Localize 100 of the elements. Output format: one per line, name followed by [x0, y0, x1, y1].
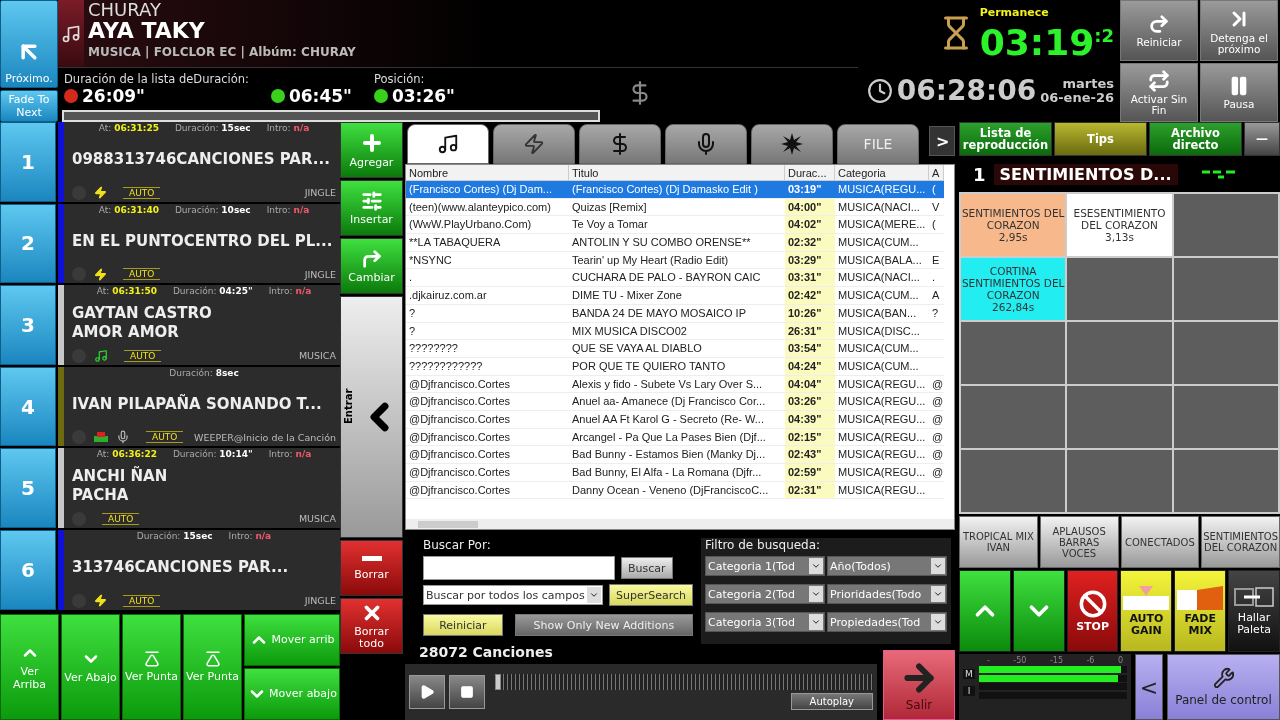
item-title: 0988313746CANCIONES PAR... [72, 150, 331, 170]
bank-button[interactable]: TROPICAL MIX IVAN [959, 516, 1038, 568]
table-cell: MUSICA(REGU... [835, 410, 929, 429]
back-button[interactable]: < [1135, 654, 1163, 720]
playlist-item[interactable]: At: 06:31:50 Duración: 04:25" Intro: n/a GAYTAN CASTRO AMOR AMOR AUTO MUSICA [58, 285, 340, 365]
seek-thumb[interactable] [495, 674, 501, 690]
control-button[interactable]: Hallar Paleta [1228, 570, 1280, 652]
play-button[interactable] [409, 675, 445, 709]
lightning-icon [94, 594, 107, 608]
search-field[interactable] [423, 556, 615, 580]
table-cell: . [929, 269, 944, 288]
table-cell: Alexis y fido - Subete Vs Lary Over S... [569, 375, 785, 394]
next-button[interactable]: Próximo. [0, 0, 58, 88]
table-cell: E [929, 251, 944, 270]
stop-button[interactable] [449, 675, 485, 709]
autoplay-button[interactable]: Autoplay [790, 693, 873, 710]
control-button[interactable]: FADE MIX [1174, 570, 1227, 652]
gain-curve-icon [1123, 585, 1170, 610]
filter-select[interactable]: Categoria 1(Tod [705, 556, 825, 576]
table-cell: V [929, 198, 944, 217]
playlist-item[interactable]: At: 06:36:22 Duración: 10:14" Intro: n/a ANCHI ÑAN PACHA AUTO MUSICA [58, 448, 340, 528]
sound-pad[interactable]: CORTINA SENTIMIENTOS DEL CORAZON 262,84s [961, 258, 1066, 320]
column-header[interactable]: Durac... [785, 165, 835, 181]
page-number: 1 [973, 163, 986, 185]
table-cell: @Djfrancisco.Cortes [406, 410, 569, 429]
control-button[interactable]: AUTO GAIN [1120, 570, 1173, 652]
item-category: WEEPER@Inicio de la Canción [194, 431, 336, 443]
table-cell: (Francisco Cortes) (Dj Damasko Edit ) [569, 181, 785, 199]
side-button[interactable]: Borrar [340, 540, 403, 596]
column-header[interactable]: Titulo [569, 165, 785, 181]
side-button[interactable]: Entrar [340, 296, 403, 538]
filter-select[interactable]: Prioridades(Todo [827, 584, 947, 604]
bank-button[interactable]: CONECTADOS [1120, 516, 1200, 568]
control-button[interactable] [1012, 570, 1065, 652]
top-arrow-icon [203, 650, 222, 669]
table-cell: MUSICA(REGU... [835, 464, 929, 482]
panel-tab[interactable]: Lista de reproducción [959, 122, 1052, 156]
item-field: Duración: 8sec [169, 367, 239, 380]
search-button[interactable]: Buscar [621, 557, 673, 579]
playlist-item[interactable]: Duración: 8sec IVAN PILAPAÑA SONANDO T... AUTO WEEPER@Inicio de la Canción [58, 366, 340, 447]
bank-button[interactable]: APLAUSOS BARRAS VOCES [1039, 516, 1119, 568]
scale-label: -6 [1086, 656, 1095, 665]
library-tab[interactable] [407, 124, 489, 164]
control-button[interactable]: Activar Sin Fin [1120, 63, 1198, 122]
table-cell: (WwW.PlayUrbano.Com) [406, 216, 569, 235]
control-button[interactable]: Detenga el próximo [1200, 0, 1278, 61]
side-button[interactable]: Cambiar [340, 238, 403, 294]
minimize-button[interactable]: — [1244, 122, 1280, 156]
library-tab[interactable] [665, 124, 747, 164]
playlist-item[interactable]: At: 06:31:40 Duración: 10sec Intro: n/a EN EL PUNTOCENTRO DEL PL... AUTO JINGLE [58, 203, 340, 284]
panel-tab[interactable]: Archivo directo [1149, 122, 1242, 156]
filter-select[interactable]: Categoria 2(Tod [705, 584, 825, 604]
scroll-thumb[interactable] [418, 520, 478, 528]
item-title: GAYTAN CASTRO [72, 304, 213, 323]
table-cell: ( [929, 216, 944, 235]
sound-pad[interactable]: ESESENTIMIENTO DEL CORAZON 3,13s [1067, 194, 1172, 256]
control-button[interactable] [959, 570, 1011, 652]
item-field: Intro: n/a [228, 530, 272, 543]
sliders-icon [360, 190, 383, 212]
item-field: Duración: 15sec [136, 530, 213, 543]
table-cell: (Francisco Cortes) (Dj Dam... [406, 181, 569, 199]
column-header[interactable]: Nombre [406, 165, 569, 181]
side-button[interactable]: Insertar [340, 180, 403, 236]
control-panel-button[interactable]: Panel de control [1167, 654, 1280, 720]
panel-tab[interactable]: Tips [1054, 122, 1147, 156]
filter-select[interactable]: Año(Todos) [827, 556, 947, 576]
playlist-item[interactable]: Duración: 15sec Intro: n/a 313746CANCIONES PAR... AUTO JINGLE [58, 529, 340, 610]
filter-label: Filtro de busqueda: [705, 538, 822, 552]
music-note-icon [437, 133, 459, 155]
library-tab[interactable] [579, 124, 661, 164]
timer-value: 06:45" [288, 86, 352, 107]
scope-select[interactable]: Buscar por todos los campos [423, 585, 603, 605]
control-button[interactable]: STOP [1066, 570, 1119, 652]
fade-to-next-button[interactable]: Fade To Next [0, 90, 58, 122]
filter-select[interactable]: Propiedades(Tod [827, 612, 947, 632]
caret-icon [811, 561, 821, 571]
supersearch-button[interactable]: SuperSearch [608, 584, 693, 606]
bank-button[interactable]: SENTIMIENTOS DEL CORAZON [1201, 516, 1280, 568]
column-header[interactable]: Categoria [835, 165, 929, 181]
scale-label: -50 [1013, 656, 1027, 665]
table-cell: Bad Bunny, El Alfa - La Romana (Djfr... [569, 464, 785, 482]
table-cell: BANDA 24 DE MAYO MOSAICO IP [569, 304, 785, 323]
no-entry-icon [1078, 589, 1107, 618]
library-tab[interactable] [751, 124, 833, 164]
control-button[interactable]: Pausa [1200, 63, 1278, 122]
sound-pad[interactable]: SENTIMIENTOS DEL CORAZON 2,95s [961, 194, 1066, 256]
seek-track[interactable] [495, 674, 873, 690]
control-button[interactable]: Reiniciar [1120, 0, 1198, 61]
playlist-item[interactable]: At: 06:31:25 Duración: 15sec Intro: n/a 0988313746CANCIONES PAR... AUTO JINGLE [58, 122, 340, 202]
item-field: At: 06:31:40 [98, 204, 159, 217]
side-button[interactable]: Borrar todo [340, 598, 403, 654]
column-header[interactable]: A [929, 165, 944, 181]
filter-select[interactable]: Categoria 3(Tod [705, 612, 825, 632]
side-button[interactable]: Agregar [340, 122, 403, 178]
item-field: Duración: 15sec [174, 123, 251, 135]
new-additions-button[interactable]: Show Only New Additions [514, 614, 693, 636]
microphone-icon [116, 430, 130, 445]
more-tabs-button[interactable]: > [929, 126, 955, 156]
reset-button[interactable]: Reiniciar [423, 614, 503, 636]
timer-label: Posición: [373, 72, 426, 87]
